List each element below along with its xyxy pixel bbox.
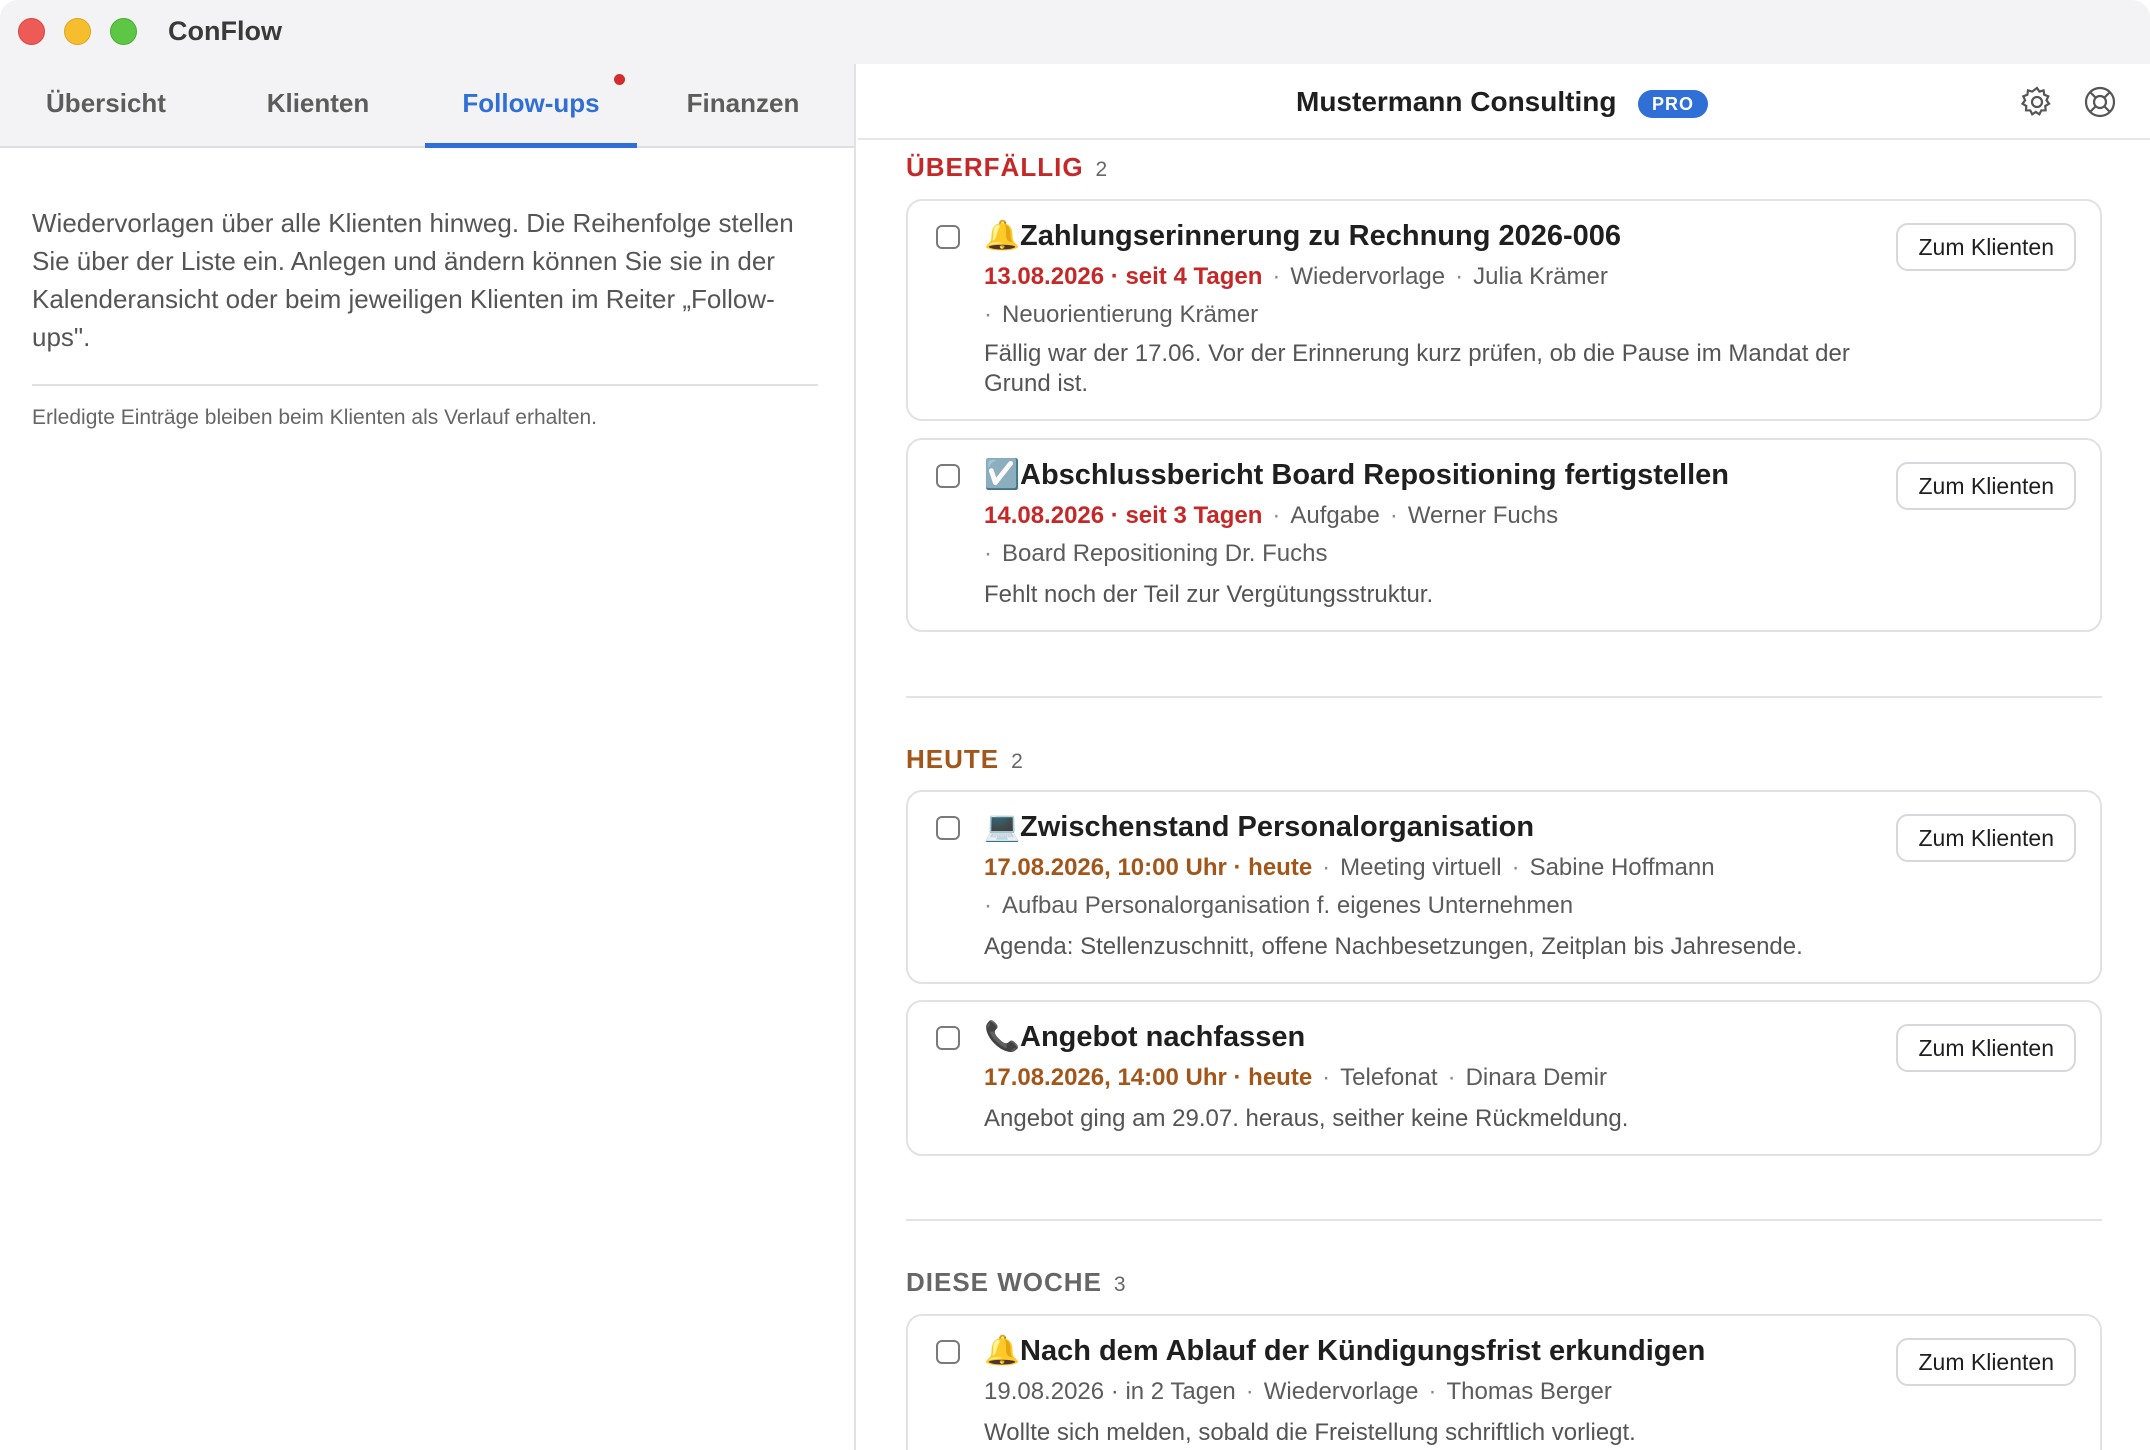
card-note: Agenda: Stellenzuschnitt, offene Nachbes… [984,933,1803,960]
section-label: ÜBERFÄLLIG [906,152,1084,182]
minimize-window-button[interactable] [64,18,91,45]
project-name: Neuorientierung Krämer [1002,301,1259,328]
checkbox-icon: ☑️ [984,459,1021,491]
card-note: Angebot ging am 29.07. heraus, seither k… [984,1105,1629,1132]
section-divider [906,696,2102,698]
followup-card: 🔔Zahlungserinnerung zu Rechnung 2026-006… [906,199,2102,421]
bell-icon: 🔔 [984,220,1021,252]
section-count: 2 [1011,750,1023,773]
divider [32,384,818,386]
tab-follow-ups[interactable]: Follow-ups [425,64,637,148]
card-title: ☑️Abschlussbericht Board Repositioning f… [984,458,1729,492]
due-date: 13.08.2026 · seit 4 Tagen [984,263,1263,290]
done-checkbox[interactable] [936,225,960,249]
project-name: Board Repositioning Dr. Fuchs [1002,540,1328,567]
pro-badge: PRO [1638,90,1709,118]
section-header-today: HEUTE 2 [906,744,1023,775]
tab-klienten[interactable]: Klienten [212,64,424,148]
item-type: Wiedervorlage [1290,263,1446,290]
due-date: 14.08.2026 · seit 3 Tagen [984,502,1263,529]
tab-label: Finanzen [686,88,800,118]
maximize-window-button[interactable] [110,18,137,45]
tab-bar: Übersicht Klienten Follow-ups Finanzen [0,64,854,148]
due-date: 17.08.2026, 10:00 Uhr · heute [984,854,1313,881]
done-checkbox[interactable] [936,464,960,488]
tab-label: Übersicht [46,88,166,118]
footnote-text: Erledigte Einträge bleiben beim Klienten… [32,406,598,429]
card-meta: 13.08.2026 · seit 4 Tagen · Wiedervorlage ·… [984,263,1608,290]
done-checkbox[interactable] [936,816,960,840]
title-text: Abschlussbericht Board Repositioning fer… [1020,459,1729,491]
item-type: Telefonat [1340,1064,1438,1091]
lifebuoy-icon[interactable] [2082,84,2118,120]
title-bar: ConFlow [0,0,2150,64]
card-project: · Aufbau Personalorganisation f. eigenes … [984,892,1574,919]
go-to-client-button[interactable]: Zum Klienten [1896,462,2076,510]
bell-icon: 🔔 [984,1335,1021,1367]
org-title: Mustermann Consulting [1296,86,1617,117]
card-title: 🔔Nach dem Ablauf der Kündigungsfrist erk… [984,1334,1705,1368]
section-label: DIESE WOCHE [906,1267,1102,1297]
section-count: 3 [1113,1273,1126,1296]
client-name: Werner Fuchs [1407,502,1559,529]
go-to-client-button[interactable]: Zum Klienten [1896,223,2076,271]
card-note: Wollte sich melden, sobald die Freistell… [984,1419,1636,1446]
followup-card: 🔔Nach dem Ablauf der Kündigungsfrist erk… [906,1314,2102,1450]
card-meta: 17.08.2026, 10:00 Uhr · heute · Meeting vi… [984,854,1715,881]
item-type: Aufgabe [1290,502,1380,529]
go-to-client-button[interactable]: Zum Klienten [1896,814,2076,862]
done-checkbox[interactable] [936,1026,960,1050]
project-name: Aufbau Personalorganisation f. eigenes U… [1002,892,1574,919]
go-to-client-button[interactable]: Zum Klienten [1896,1024,2076,1072]
close-window-button[interactable] [18,18,45,45]
followup-card: ☑️Abschlussbericht Board Repositioning f… [906,438,2102,632]
client-name: Sabine Hoffmann [1529,854,1715,881]
right-pane: Mustermann Consulting PRO ÜBERFÄLLIG 2 🔔… [858,64,2150,1450]
tab-finanzen[interactable]: Finanzen [637,64,849,148]
section-count: 2 [1095,158,1108,181]
card-note: Fällig war der 17.06. Vor der Erinnerung… [984,340,1850,397]
gear-icon[interactable] [2019,84,2055,120]
tab-uebersicht[interactable]: Übersicht [0,64,212,148]
content-header: Mustermann Consulting PRO [858,64,2150,140]
app-window: ConFlow Übersicht Klienten Follow-ups Fi… [0,0,2150,1450]
title-text: Zahlungserinnerung zu Rechnung 2026-006 [1020,220,1622,252]
go-to-client-button[interactable]: Zum Klienten [1896,1338,2076,1386]
card-project: · Board Repositioning Dr. Fuchs [984,540,1328,567]
tab-label: Follow-ups [462,88,600,118]
title-text: Zwischenstand Personalorganisation [1020,811,1535,843]
phone-icon: 📞 [984,1021,1021,1053]
section-label: HEUTE [906,744,1000,774]
card-title: 💻Zwischenstand Personalorganisation [984,810,1534,844]
card-meta: 14.08.2026 · seit 3 Tagen · Aufgabe · Werner… [984,502,1559,529]
followup-card: 📞Angebot nachfassen 17.08.2026, 14:00 Uh… [906,1000,2102,1156]
card-meta: 19.08.2026 · in 2 Tagen · Wiedervorlage · Th… [984,1378,1612,1405]
card-title: 🔔Zahlungserinnerung zu Rechnung 2026-006 [984,219,1621,253]
client-name: Thomas Berger [1446,1378,1612,1405]
tab-label: Klienten [266,88,370,118]
card-title: 📞Angebot nachfassen [984,1020,1305,1054]
followup-card: 💻Zwischenstand Personalorganisation 17.0… [906,790,2102,984]
title-text: Nach dem Ablauf der Kündigungsfrist erku… [1020,1335,1706,1367]
card-note: Fehlt noch der Teil zur Vergütungsstrukt… [984,581,1434,608]
due-date: 19.08.2026 · in 2 Tagen [984,1378,1236,1405]
item-type: Wiedervorlage [1263,1378,1419,1405]
left-pane: Übersicht Klienten Follow-ups Finanzen W… [0,64,856,1450]
card-project: · Neuorientierung Krämer [984,301,1259,328]
laptop-icon: 💻 [984,811,1021,843]
client-name: Dinara Demir [1465,1064,1607,1091]
due-date: 17.08.2026, 14:00 Uhr · heute [984,1064,1313,1091]
done-checkbox[interactable] [936,1340,960,1364]
client-name: Julia Krämer [1473,263,1608,290]
notification-dot [614,74,625,85]
item-type: Meeting virtuell [1340,854,1502,881]
app-title: ConFlow [168,16,282,46]
intro-text: Wiedervorlagen über alle Klienten hinweg… [32,208,794,352]
card-meta: 17.08.2026, 14:00 Uhr · heute · Telefonat ·… [984,1064,1607,1091]
section-header-week: DIESE WOCHE 3 [906,1267,1126,1298]
title-text: Angebot nachfassen [1020,1021,1306,1053]
section-divider [906,1219,2102,1221]
section-header-overdue: ÜBERFÄLLIG 2 [906,152,1107,183]
